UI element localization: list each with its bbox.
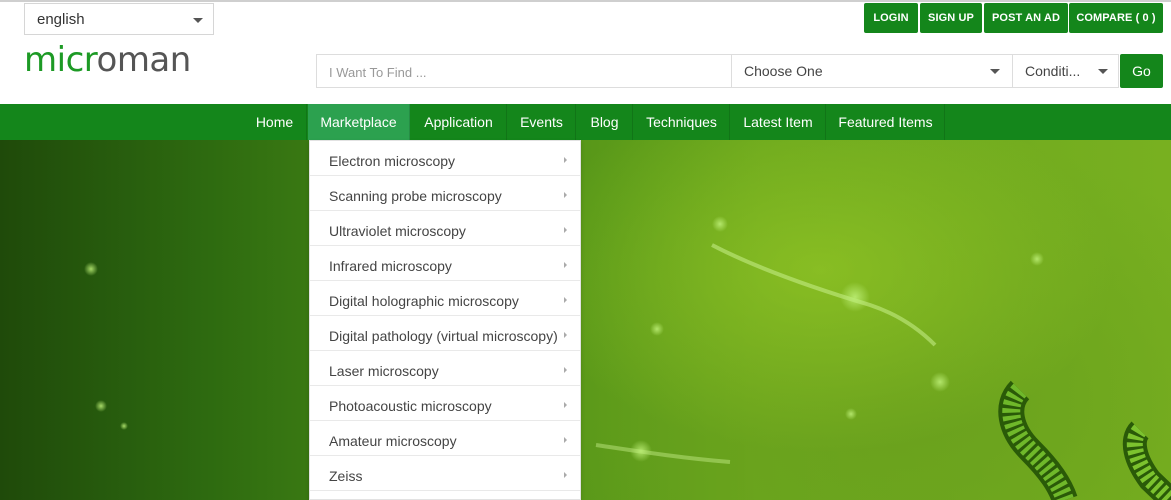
chevron-right-icon [564, 157, 567, 163]
chevron-right-icon [564, 192, 567, 198]
login-button[interactable]: LOGIN [864, 3, 918, 33]
signup-button[interactable]: SIGN UP [920, 3, 982, 33]
logo-text-part1: micr [24, 40, 97, 80]
top-border [0, 0, 1171, 2]
menu-item-infrared-microscopy[interactable]: Infrared microscopy [310, 246, 580, 281]
language-select[interactable]: english [24, 3, 214, 35]
menu-item-label: Amateur microscopy [329, 433, 457, 449]
menu-item-digital-pathology[interactable]: Digital pathology (virtual microscopy) [310, 316, 580, 351]
post-ad-button[interactable]: POST AN AD [984, 3, 1068, 33]
compare-button[interactable]: COMPARE ( 0 ) [1069, 3, 1163, 33]
nav-marketplace[interactable]: Marketplace [308, 104, 410, 140]
menu-item-laser-microscopy[interactable]: Laser microscopy [310, 351, 580, 386]
menu-item-label: Photoacoustic microscopy [329, 398, 492, 414]
chevron-right-icon [564, 402, 567, 408]
chevron-right-icon [564, 472, 567, 478]
menu-item-label: Laser microscopy [329, 363, 439, 379]
chevron-right-icon [564, 437, 567, 443]
nav-latest-item[interactable]: Latest Item [731, 104, 826, 140]
chevron-down-icon [990, 69, 1000, 74]
condition-select[interactable]: Conditi... [1012, 54, 1119, 88]
language-value: english [37, 11, 85, 28]
nav-techniques[interactable]: Techniques [634, 104, 730, 140]
menu-item-amateur-microscopy[interactable]: Amateur microscopy [310, 421, 580, 456]
nav-application[interactable]: Application [411, 104, 507, 140]
menu-item-label: Infrared microscopy [329, 258, 452, 274]
menu-item-label: Ultraviolet microscopy [329, 223, 466, 239]
menu-item-label: Digital pathology (virtual microscopy) [329, 328, 558, 344]
search-placeholder: I Want To Find ... [329, 65, 427, 80]
condition-value: Conditi... [1025, 63, 1081, 79]
category-select[interactable]: Choose One [731, 54, 1013, 88]
chevron-right-icon [564, 227, 567, 233]
nav-featured-items[interactable]: Featured Items [827, 104, 945, 140]
go-button[interactable]: Go [1120, 54, 1163, 88]
menu-item-scanning-probe-microscopy[interactable]: Scanning probe microscopy [310, 176, 580, 211]
chevron-down-icon [193, 18, 203, 23]
main-nav: Home Marketplace Application Events Blog… [0, 104, 1171, 140]
logo-text-part3: man [116, 40, 192, 80]
chevron-right-icon [564, 332, 567, 338]
search-input[interactable]: I Want To Find ... [316, 54, 732, 88]
menu-item-label: Electron microscopy [329, 153, 456, 169]
category-value: Choose One [744, 63, 823, 79]
menu-item-label: Zeiss [329, 468, 363, 484]
chevron-right-icon [564, 262, 567, 268]
marketplace-dropdown: Electron microscopy Scanning probe micro… [309, 140, 581, 500]
nav-home[interactable]: Home [243, 104, 307, 140]
menu-item-label: Digital holographic microscopy [329, 293, 519, 309]
site-logo[interactable]: microman [24, 40, 239, 80]
nav-blog[interactable]: Blog [577, 104, 633, 140]
menu-item-photoacoustic-microscopy[interactable]: Photoacoustic microscopy [310, 386, 580, 421]
nav-events[interactable]: Events [508, 104, 576, 140]
menu-item-electron-microscopy[interactable]: Electron microscopy [310, 141, 580, 176]
menu-item-label: Scanning probe microscopy [329, 188, 502, 204]
menu-item-ultraviolet-microscopy[interactable]: Ultraviolet microscopy [310, 211, 580, 246]
microorganism-illustration [595, 243, 1171, 500]
chevron-right-icon [564, 367, 567, 373]
menu-item-zeiss[interactable]: Zeiss [310, 456, 580, 491]
hero-banner [0, 140, 1171, 500]
chevron-right-icon [564, 297, 567, 303]
logo-text-part2: o [96, 40, 118, 80]
chevron-down-icon [1098, 69, 1108, 74]
menu-item-digital-holographic-microscopy[interactable]: Digital holographic microscopy [310, 281, 580, 316]
